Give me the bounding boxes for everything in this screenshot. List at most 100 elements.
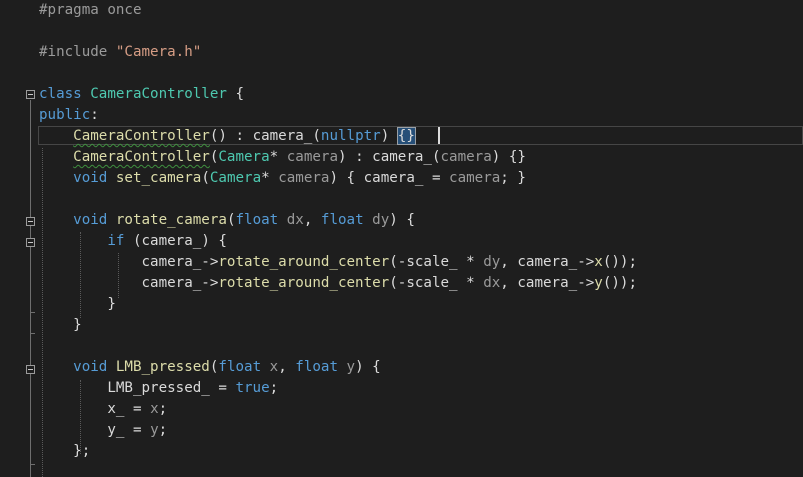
code-token: x [269,359,279,375]
code-line[interactable]: y_ = y; [39,420,167,441]
code-token: { [226,86,245,102]
code-token: ; [158,401,168,417]
code-token: void [73,170,116,186]
code-line[interactable]: class CameraController { [39,84,244,105]
code-token: ) { [201,233,227,249]
code-token: ()); [602,275,637,291]
code-line[interactable]: camera_->rotate_around_center(-scale_ * … [39,252,638,273]
code-token: }; [39,443,91,459]
code-token: ) : [337,149,373,165]
fold-guide-class [30,100,31,477]
code-token: : [90,107,99,123]
indent-guide [80,380,81,454]
code-token: camera [286,149,338,165]
code-line[interactable]: x_ = x; [39,399,167,420]
indent-guide [118,253,119,298]
code-token: camera_ [141,233,202,249]
code-token: ( [431,149,441,165]
code-line[interactable]: void LMB_pressed(float x, float y) { [39,357,381,378]
code-line[interactable]: void rotate_camera(float dx, float dy) { [39,210,415,231]
code-line[interactable]: } [39,294,116,315]
code-token: camera_ [517,254,578,270]
code-line[interactable]: public: [39,105,99,126]
code-token: y [150,422,159,438]
code-token: ) { [329,170,364,186]
code-token: "Camera.h" [115,44,202,60]
indent-guide [42,148,43,477]
code-token: -> [577,254,595,270]
code-editor[interactable]: #pragma once #include "Camera.h" class Cam… [0,0,803,477]
code-line[interactable]: }; [39,441,90,462]
code-line[interactable]: camera_->rotate_around_center(-scale_ * … [39,273,638,294]
code-line[interactable]: } [39,315,82,336]
code-token: public [39,107,91,123]
code-token: float [235,212,287,228]
fold-class-icon[interactable] [26,90,35,99]
code-token: scale_ [406,275,458,291]
code-token: x_ [107,401,125,417]
code-token: CameraController [73,128,210,144]
code-token: dx [286,212,304,228]
code-token: CameraController [73,149,210,165]
code-line[interactable]: #include "Camera.h" [39,42,201,63]
code-token: float [320,212,373,228]
indent-guide [80,232,81,318]
code-token: void [73,212,116,228]
code-token: Camera [218,149,270,165]
text-caret [438,127,440,144]
fold-end-rotate-camera [30,333,35,334]
code-token: ( [201,170,210,186]
code-token: -> [201,254,219,270]
code-token: } [39,296,116,312]
code-token: * [261,170,279,186]
code-line[interactable]: CameraController() : camera_(nullptr) {} [39,126,416,147]
code-line[interactable]: LMB_pressed_ = true; [39,378,278,399]
code-token: LMB_pressed_ [107,380,210,396]
code-token: ( [132,233,142,249]
code-token: } [39,317,82,333]
fold-end-if [30,312,35,313]
code-token: , [303,212,321,228]
code-token: * [269,149,287,165]
code-token: (- [389,275,407,291]
fold-lmb-pressed-icon[interactable] [26,365,35,374]
code-token: () : [209,128,253,144]
code-token: ) { [389,212,415,228]
code-token: = [124,401,151,417]
code-line[interactable]: if (camera_) { [39,231,227,252]
code-token: CameraController [90,86,227,102]
code-line[interactable]: CameraController(Camera* camera) : camer… [39,147,526,168]
code-token: camera_ [252,128,313,144]
code-token: ( [312,128,321,144]
code-token: , [278,359,296,375]
code-token: x [594,254,603,270]
code-token: nullptr [320,128,381,144]
fold-if-icon[interactable] [26,238,35,247]
code-token: camera_ [141,254,202,270]
code-token: camera_ [141,275,202,291]
fold-rotate-camera-icon[interactable] [26,217,35,226]
code-token: Camera [209,170,262,186]
code-token: class [39,86,91,102]
code-token: set_camera [115,170,202,186]
code-token: if [107,233,133,249]
code-line[interactable]: #pragma once [39,0,142,21]
code-token: ) {} [491,149,526,165]
code-token: y_ [107,422,125,438]
code-token: ) [380,128,398,144]
code-token: , [500,275,518,291]
code-token: -> [201,275,219,291]
code-line[interactable]: void set_camera(Camera* camera) { camera… [39,168,526,189]
code-token: dy [372,212,390,228]
code-token: y [594,275,603,291]
code-token: camera_ [517,275,578,291]
code-token: dx [483,275,501,291]
fold-end-lmb-pressed [30,464,35,465]
